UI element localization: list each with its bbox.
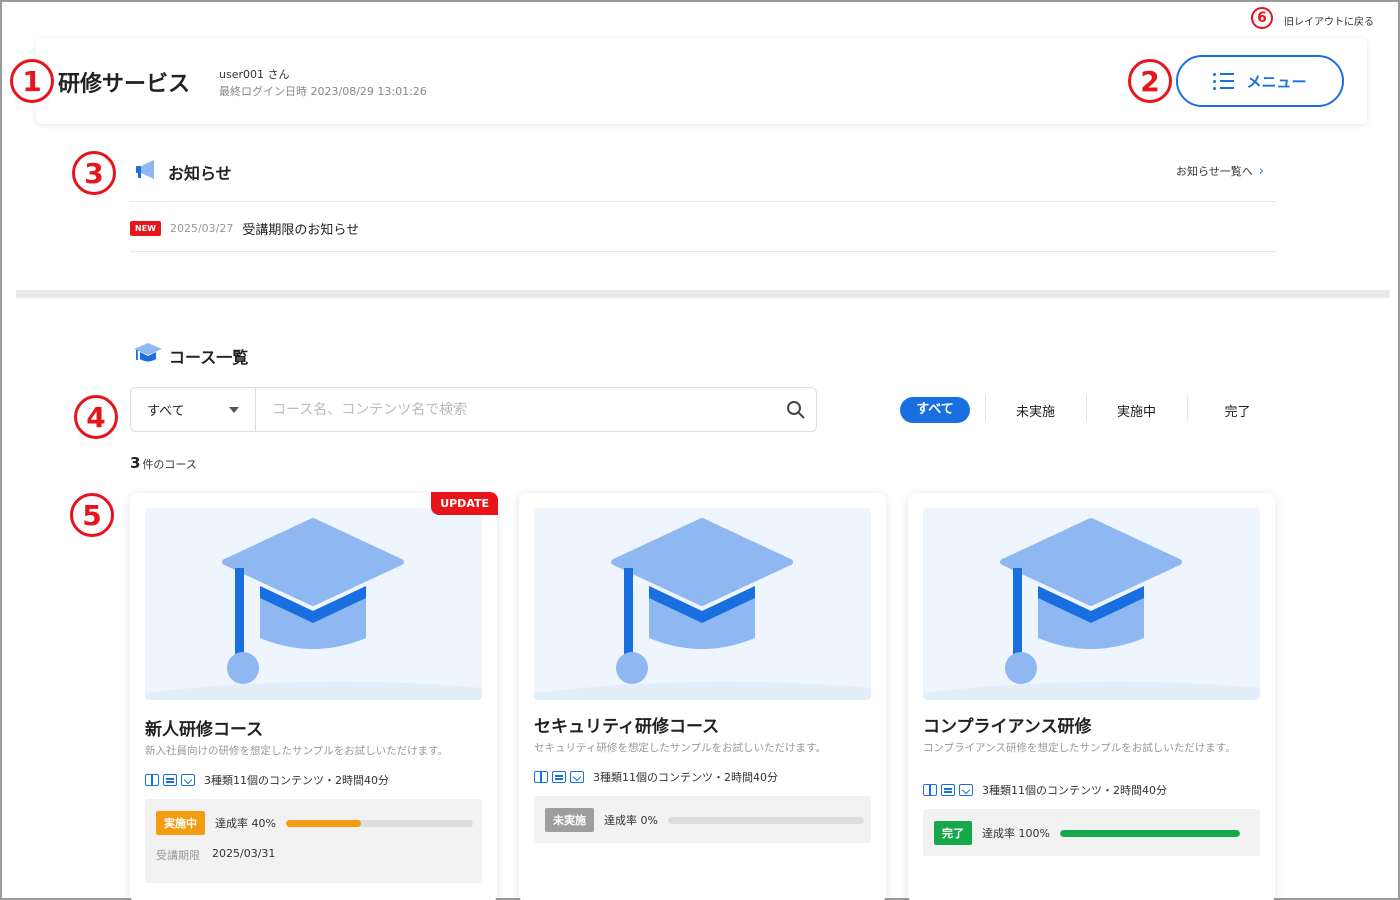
course-thumbnail [923,508,1260,700]
course-status-box: 完了 達成率 100% [923,809,1260,856]
deadline-label: 受講期限 [156,849,200,862]
course-thumbnail [145,508,482,700]
category-select[interactable]: すべて [131,388,256,431]
course-card[interactable]: UPDATE 新人研修コース 新入社員向けの研修を想定したサンプルをお試しいただ… [130,492,498,900]
course-status-box: 実施中 達成率 40% 受講期限 2025/03/31 [145,799,482,883]
annotation-marker-2: 2 [1128,59,1172,103]
status-badge: 完了 [934,821,972,845]
notice-date: 2025/03/27 [169,222,234,235]
filter-all[interactable]: すべて [900,397,970,423]
filter-completed[interactable]: 完了 [1187,394,1288,421]
megaphone-icon [136,160,154,179]
test-icon [570,771,584,783]
divider [130,201,1276,202]
old-layout-link[interactable]: 旧レイアウトに戻る [1284,13,1374,28]
notice-item[interactable]: NEW 2025/03/27 受講期限のお知らせ [130,219,359,238]
course-count-number: 3 [130,454,141,472]
filter-in-progress[interactable]: 実施中 [1086,394,1187,421]
search-bar: すべて [130,387,817,432]
course-meta-text: 3種類11個のコンテンツ・2時間40分 [982,784,1167,797]
status-badge: 未実施 [545,808,594,832]
notice-list-link[interactable]: お知らせ一覧へ › [1176,163,1264,179]
progress-fill [1059,829,1240,837]
course-name: セキュリティ研修コース [534,717,720,737]
notice-title: お知らせ [168,164,232,183]
deadline-date: 2025/03/31 [212,847,276,860]
progress-label: 達成率 100% [982,827,1050,840]
update-ribbon: UPDATE [431,492,498,515]
course-count-suffix: 件のコース [142,458,197,471]
progress-label: 達成率 40% [215,817,276,830]
course-count: 3 件のコース [130,454,197,472]
progress-bar [667,816,864,824]
book-icon [923,784,937,796]
caret-down-icon [229,406,239,413]
filter-not-started[interactable]: 未実施 [985,394,1086,421]
section-divider [16,290,1390,298]
search-icon[interactable] [776,400,816,420]
new-badge: NEW [130,221,161,236]
graduation-cap-icon [534,518,871,700]
notice-text: 受講期限のお知らせ [242,223,360,238]
test-icon [959,784,973,796]
annotation-marker-3: 3 [72,151,116,195]
annotation-marker-6: 6 [1251,7,1273,29]
course-meta: 3種類11個のコンテンツ・2時間40分 [923,782,1167,798]
film-icon [163,774,177,786]
course-description: コンプライアンス研修を想定したサンプルをお試しいただけます。 [923,742,1236,754]
test-icon [181,774,195,786]
course-thumbnail [534,508,871,700]
course-meta-text: 3種類11個のコンテンツ・2時間40分 [593,771,778,784]
course-meta: 3種類11個のコンテンツ・2時間40分 [534,769,778,785]
course-list-title: コース一覧 [169,348,249,367]
course-description: 新入社員向けの研修を想定したサンプルをお試しいただけます。 [145,745,449,757]
film-icon [941,784,955,796]
list-icon [1213,72,1235,90]
chevron-right-icon: › [1258,163,1264,179]
search-input[interactable] [256,388,776,431]
notice-list-link-label: お知らせ一覧へ [1176,165,1253,178]
course-name: コンプライアンス研修 [923,717,1092,737]
book-icon [534,771,548,783]
book-icon [145,774,159,786]
divider [130,251,1276,252]
annotation-marker-1: 1 [10,59,54,103]
progress-fill [285,819,361,827]
course-description: セキュリティ研修を想定したサンプルをお試しいただけます。 [534,742,827,754]
status-filter-tabs: すべて 未実施 実施中 完了 [900,394,1288,424]
course-card[interactable]: コンプライアンス研修 コンプライアンス研修を想定したサンプルをお試しいただけます… [908,493,1275,900]
status-badge: 実施中 [156,811,205,835]
annotation-marker-4: 4 [74,395,118,439]
progress-bar [1059,829,1240,837]
user-name: user001 さん [219,68,290,81]
course-status-box: 未実施 達成率 0% [534,796,871,843]
course-meta: 3種類11個のコンテンツ・2時間40分 [145,772,389,788]
course-meta-text: 3種類11個のコンテンツ・2時間40分 [204,774,389,787]
course-name: 新人研修コース [145,720,264,740]
annotation-marker-5: 5 [70,493,114,537]
app-title: 研修サービス [58,72,191,97]
film-icon [552,771,566,783]
category-select-value: すべて [147,404,185,419]
last-login: 最終ログイン日時 2023/08/29 13:01:26 [219,85,427,98]
course-card[interactable]: セキュリティ研修コース セキュリティ研修を想定したサンプルをお試しいただけます。… [519,493,886,900]
progress-label: 達成率 0% [604,814,658,827]
menu-label: メニュー [1246,72,1307,91]
progress-bar [285,819,473,827]
graduation-cap-icon [145,518,482,700]
menu-button[interactable]: メニュー [1176,55,1344,107]
deadline: 受講期限 2025/03/31 [156,847,275,863]
graduation-cap-icon [923,518,1260,700]
graduation-cap-icon [134,343,162,362]
